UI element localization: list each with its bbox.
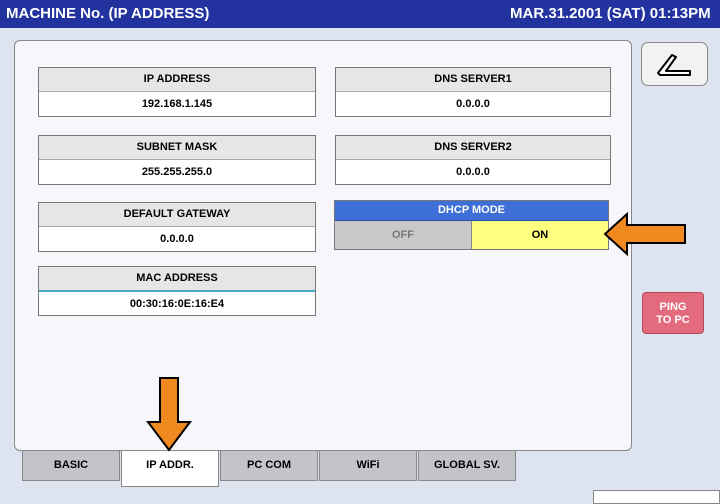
mac-address-value: 00:30:16:0E:16:E4 <box>129 298 225 310</box>
ping-label-line2: TO PC <box>656 314 690 326</box>
dhcp-mode-toggle: DHCP MODE OFF ON <box>334 200 609 250</box>
page-title: MACHINE No. (IP ADDRESS) <box>6 5 210 22</box>
callout-arrow-left-icon <box>603 212 686 256</box>
ip-address-label: IP ADDRESS <box>39 68 315 92</box>
tab-basic[interactable]: BASIC <box>22 451 120 481</box>
ip-address-field[interactable]: IP ADDRESS 192.168.1.145 <box>38 67 316 117</box>
default-gateway-field[interactable]: DEFAULT GATEWAY 0.0.0.0 <box>38 202 316 252</box>
tab-global-sv[interactable]: GLOBAL SV. <box>418 451 516 481</box>
tab-pc-com[interactable]: PC COM <box>220 451 318 481</box>
tab-ip-addr[interactable]: IP ADDR. <box>121 451 219 487</box>
ping-to-pc-button[interactable]: PING TO PC <box>642 292 704 334</box>
dhcp-mode-label: DHCP MODE <box>335 201 608 221</box>
tab-wifi[interactable]: WiFi <box>319 451 417 481</box>
dns-server2-field[interactable]: DNS SERVER2 0.0.0.0 <box>335 135 611 185</box>
mac-address-label: MAC ADDRESS <box>39 267 315 292</box>
dns-server2-value: 0.0.0.0 <box>456 166 490 178</box>
default-gateway-label: DEFAULT GATEWAY <box>39 203 315 227</box>
return-arrow-icon <box>657 54 691 76</box>
ping-label-line1: PING <box>659 301 687 313</box>
back-button[interactable] <box>641 42 708 86</box>
dns-server2-label: DNS SERVER2 <box>336 136 610 160</box>
title-bar: MACHINE No. (IP ADDRESS) MAR.31.2001 (SA… <box>0 0 720 28</box>
callout-arrow-down-icon <box>146 377 192 452</box>
subnet-mask-field[interactable]: SUBNET MASK 255.255.255.0 <box>38 135 316 185</box>
subnet-mask-value: 255.255.255.0 <box>141 166 213 178</box>
subnet-mask-label: SUBNET MASK <box>39 136 315 160</box>
dhcp-off-button[interactable]: OFF <box>335 221 472 249</box>
default-gateway-value: 0.0.0.0 <box>160 233 194 245</box>
dns-server1-value: 0.0.0.0 <box>456 98 490 110</box>
clock: MAR.31.2001 (SAT) 01:13PM <box>510 5 711 22</box>
dhcp-on-button[interactable]: ON <box>472 221 608 249</box>
ip-address-value: 192.168.1.145 <box>141 98 213 110</box>
mac-address-field: MAC ADDRESS 00:30:16:0E:16:E4 <box>38 266 316 316</box>
dns-server1-label: DNS SERVER1 <box>336 68 610 92</box>
dns-server1-field[interactable]: DNS SERVER1 0.0.0.0 <box>335 67 611 117</box>
